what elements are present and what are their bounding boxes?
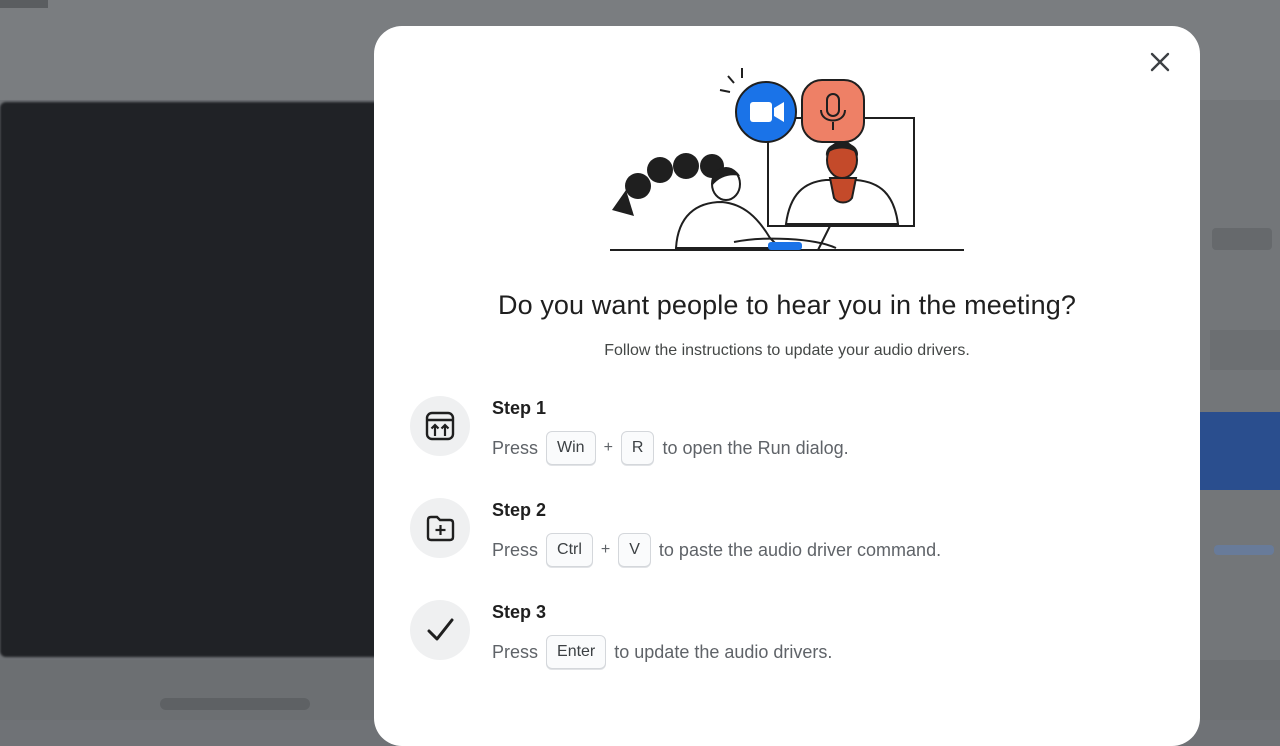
step-3-rest: to update the audio drivers. <box>614 641 833 662</box>
step-3-instruction: Press Enter to update the audio drivers. <box>492 634 832 670</box>
step-1-icon-circle <box>410 396 470 456</box>
step-1-rest: to open the Run dialog. <box>662 437 849 458</box>
plus-sign: + <box>600 541 611 558</box>
key-v: V <box>618 533 651 567</box>
step-2-rest: to paste the audio driver command. <box>658 539 942 560</box>
close-icon[interactable] <box>1149 51 1171 73</box>
step-2: Step 2 Press Ctrl + V to paste the audio… <box>410 498 1170 578</box>
audio-driver-dialog: Do you want people to hear you in the me… <box>374 26 1200 746</box>
plus-sign: + <box>603 439 613 456</box>
step-2-press: Press <box>492 539 539 560</box>
step-2-instruction: Press Ctrl + V to paste the audio driver… <box>492 532 941 568</box>
step-1-instruction: Press Win + R to open the Run dialog. <box>492 430 849 466</box>
folder-add-icon <box>426 515 455 542</box>
step-2-title: Step 2 <box>492 500 547 520</box>
key-enter: Enter <box>546 635 607 669</box>
step-1-press: Press <box>492 437 539 458</box>
background-video-tile <box>0 102 420 657</box>
meeting-illustration <box>610 68 964 251</box>
close-button[interactable] <box>1144 46 1176 78</box>
step-1-title: Step 1 <box>492 398 547 418</box>
step-2-icon-circle <box>410 498 470 558</box>
key-win: Win <box>546 431 596 465</box>
step-3-icon-circle <box>410 600 470 660</box>
checkmark-icon <box>427 618 454 641</box>
key-ctrl: Ctrl <box>546 533 593 567</box>
background-side-panel <box>1200 100 1280 660</box>
step-1: Step 1 Press Win + R to open the Run dia… <box>410 396 1170 476</box>
step-3-title: Step 3 <box>492 602 547 622</box>
dialog-subtitle: Follow the instructions to update your a… <box>604 342 970 359</box>
key-r: R <box>620 431 655 465</box>
run-dialog-icon <box>425 411 455 441</box>
step-3: Step 3 Press Enter to update the audio d… <box>410 600 1170 680</box>
step-3-press: Press <box>492 641 539 662</box>
dialog-title: Do you want people to hear you in the me… <box>498 290 1076 320</box>
